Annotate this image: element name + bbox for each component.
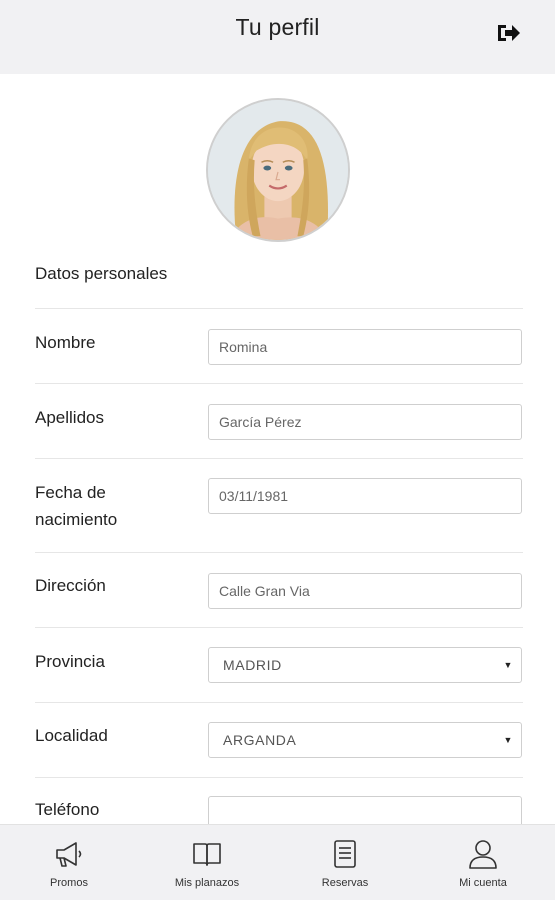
- form-row-telefono: Teléfono: [35, 777, 523, 832]
- apellidos-input[interactable]: [208, 404, 522, 440]
- form-row-direccion: Dirección: [35, 552, 523, 627]
- label-provincia: Provincia: [35, 652, 105, 671]
- logout-icon: [498, 25, 520, 41]
- nombre-input[interactable]: [208, 329, 522, 365]
- label-fecha-line2: nacimiento: [35, 510, 118, 529]
- label-fecha-line1: Fecha de: [35, 483, 106, 502]
- top-app-bar: Tu perfil: [0, 0, 555, 74]
- nav-item-reservas[interactable]: Reservas: [276, 825, 414, 900]
- label-fecha-nacimiento: Fecha de nacimiento: [35, 479, 117, 533]
- localidad-selected-value: ARGANDA: [223, 732, 297, 748]
- nav-item-mis-planazos[interactable]: Mis planazos: [138, 825, 276, 900]
- megaphone-icon: [56, 842, 82, 867]
- label-localidad: Localidad: [35, 726, 108, 745]
- label-apellidos: Apellidos: [35, 408, 104, 427]
- user-icon: [469, 840, 497, 869]
- label-direccion: Dirección: [35, 576, 106, 595]
- section-title-personal-data: Datos personales: [35, 264, 168, 283]
- form-row-apellidos: Apellidos: [35, 383, 523, 458]
- direccion-input[interactable]: [208, 573, 522, 609]
- form-row-nombre: Nombre: [35, 308, 523, 383]
- nav-label-reservas: Reservas: [321, 877, 369, 889]
- bottom-navigation: Promos Mis planazos Reservas Mi cuenta: [0, 824, 555, 900]
- logout-button[interactable]: [495, 22, 521, 44]
- profile-avatar[interactable]: [206, 98, 350, 242]
- nav-item-promos[interactable]: Promos: [0, 825, 138, 900]
- nav-label-promos: Promos: [50, 877, 88, 889]
- label-nombre: Nombre: [35, 333, 96, 352]
- nav-label-mis-planazos: Mis planazos: [174, 877, 240, 889]
- document-icon: [334, 840, 356, 868]
- fecha-nacimiento-input[interactable]: [208, 478, 522, 514]
- profile-photo: [208, 100, 348, 240]
- chevron-down-icon: ▼: [503, 735, 513, 745]
- provincia-selected-value: MADRID: [223, 657, 282, 673]
- chevron-down-icon: ▼: [503, 660, 513, 670]
- page-title: Tu perfil: [235, 14, 320, 40]
- nav-item-mi-cuenta[interactable]: Mi cuenta: [414, 825, 552, 900]
- label-telefono: Teléfono: [35, 800, 100, 819]
- nav-label-mi-cuenta: Mi cuenta: [459, 877, 507, 889]
- form-row-provincia: Provincia MADRID ▼: [35, 627, 523, 702]
- form-row-localidad: Localidad ARGANDA ▼: [35, 702, 523, 777]
- book-icon: [193, 843, 221, 866]
- localidad-select[interactable]: ARGANDA ▼: [208, 722, 522, 758]
- form-row-fecha-nacimiento: Fecha de nacimiento: [35, 458, 523, 552]
- provincia-select[interactable]: MADRID ▼: [208, 647, 522, 683]
